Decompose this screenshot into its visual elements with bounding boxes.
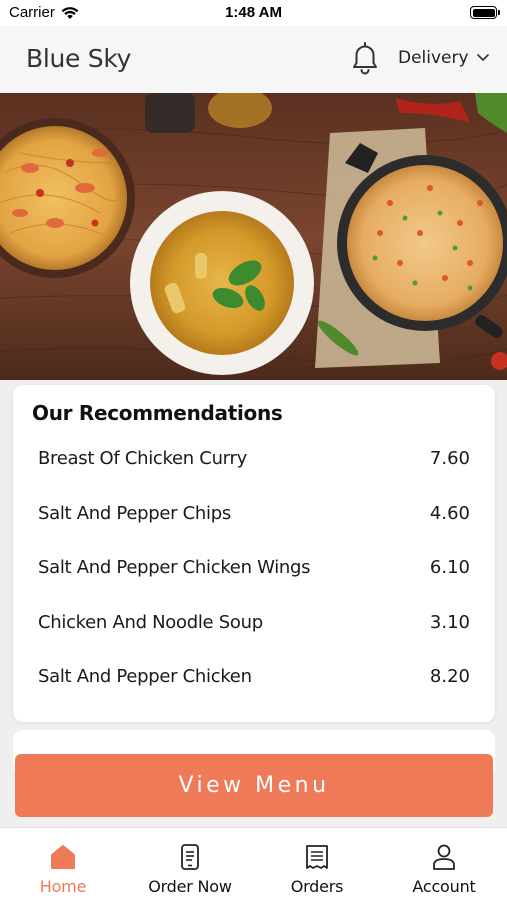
- item-price: 3.10: [429, 612, 470, 633]
- app-title: Blue Sky: [26, 44, 132, 73]
- bottom-nav: Home Order Now Orders Account: [0, 827, 507, 900]
- nav-label: Orders: [290, 877, 344, 896]
- bell-icon[interactable]: [350, 41, 380, 75]
- list-item[interactable]: Breast Of Chicken Curry 7.60: [13, 440, 495, 480]
- status-bar: Carrier 1:48 AM: [0, 0, 507, 26]
- recommendations-card: Our Recommendations Breast Of Chicken Cu…: [13, 385, 495, 722]
- nav-label: Order Now: [148, 877, 232, 896]
- item-name: Chicken And Noodle Soup: [38, 612, 263, 633]
- nav-label: Account: [412, 877, 476, 896]
- hero-food-image: [0, 93, 507, 380]
- list-item[interactable]: Salt And Pepper Chips 4.60: [13, 495, 495, 535]
- item-name: Breast Of Chicken Curry: [38, 448, 247, 469]
- item-price: 6.10: [429, 557, 470, 578]
- battery-icon: [470, 6, 500, 19]
- item-price: 4.60: [429, 503, 470, 524]
- list-item[interactable]: Salt And Pepper Chicken Wings 6.10: [13, 549, 495, 589]
- phone-order-icon: [181, 844, 199, 870]
- recommendations-title: Our Recommendations: [32, 401, 283, 425]
- list-item[interactable]: Chicken And Noodle Soup 3.10: [13, 604, 495, 644]
- item-price: 7.60: [429, 448, 470, 469]
- delivery-selector[interactable]: Delivery: [398, 48, 489, 68]
- nav-item-order-now[interactable]: Order Now: [127, 828, 253, 900]
- item-name: Salt And Pepper Chips: [38, 503, 231, 524]
- item-price: 8.20: [429, 666, 470, 687]
- receipt-icon: [306, 845, 328, 869]
- view-menu-button[interactable]: View Menu: [15, 754, 493, 817]
- item-name: Salt And Pepper Chicken Wings: [38, 557, 311, 578]
- list-item[interactable]: Salt And Pepper Chicken 8.20: [13, 658, 495, 698]
- status-time: 1:48 AM: [225, 4, 282, 21]
- home-icon: [51, 845, 75, 869]
- delivery-label: Delivery: [398, 48, 469, 68]
- user-icon: [433, 844, 455, 870]
- item-name: Salt And Pepper Chicken: [38, 666, 252, 687]
- app-header: Blue Sky Delivery: [0, 26, 507, 93]
- chevron-down-icon: [476, 54, 489, 61]
- food-illustration: [0, 93, 507, 380]
- nav-item-home[interactable]: Home: [0, 828, 126, 900]
- nav-item-orders[interactable]: Orders: [254, 828, 380, 900]
- nav-item-account[interactable]: Account: [381, 828, 507, 900]
- nav-label: Home: [39, 877, 87, 896]
